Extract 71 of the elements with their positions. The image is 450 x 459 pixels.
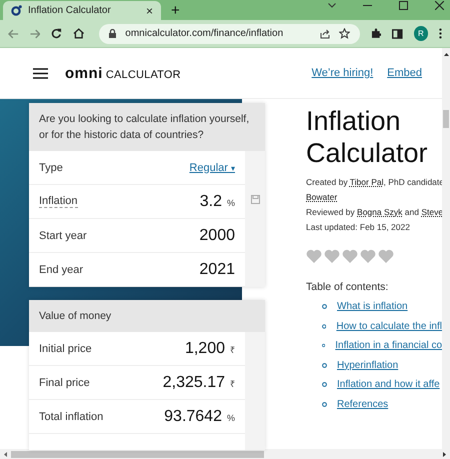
close-tab-button[interactable]: × [146,4,153,18]
person-link[interactable]: Bogna Szyk [357,207,402,217]
profile-avatar[interactable]: R [414,26,428,41]
field-label: Total inflation [39,410,104,422]
bullet-icon [322,324,326,329]
card-question: Are you looking to calculate inflation yourself, or for the historic data of countries? [29,103,265,151]
sidebar-icon[interactable] [392,28,403,38]
close-icon[interactable] [435,0,444,10]
chevron-down-icon[interactable] [328,2,336,8]
person-link[interactable]: Bowater [306,192,338,202]
menu-icon[interactable] [439,28,442,39]
field-label: Initial price [39,342,92,354]
site-logo[interactable]: omni CALCULATOR [65,64,181,82]
toc-heading: Table of contents: [306,281,390,293]
number-input[interactable]: 2021 [199,260,235,278]
browser-tab[interactable]: Inflation Calculator × [3,1,161,20]
number-input[interactable]: 3.2 % [200,192,235,210]
back-icon[interactable] [8,28,19,38]
menu-icon[interactable] [33,68,48,78]
header-link[interactable]: We’re hiring! [312,67,374,79]
section-title: Value of money [29,300,265,332]
number-input[interactable]: 2000 [199,226,235,244]
toc-link[interactable]: Hyperinflation [337,360,398,371]
toc-link[interactable]: References [337,398,388,410]
minimize-icon[interactable] [363,4,372,6]
puzzle-icon[interactable] [370,28,382,39]
field-label: Inflation [39,195,78,208]
reload-icon[interactable] [51,28,62,39]
credit-text: Reviewed by [306,207,356,217]
scroll-right-icon[interactable] [443,452,446,456]
home-icon[interactable] [72,28,84,39]
credit-text: Last updated: Feb 15, 2022 [306,222,410,232]
vertical-scrollbar[interactable] [442,48,450,449]
bullet-icon [322,382,327,388]
bullet-icon [322,402,327,407]
new-tab-button[interactable]: + [171,2,180,18]
maximize-icon[interactable] [399,0,408,10]
toc-link[interactable]: How to calculate the infl [336,320,442,332]
type-dropdown[interactable]: Regular ▾ [189,162,235,174]
logo-icon [11,5,22,16]
forward-icon[interactable] [30,28,40,38]
toc-link[interactable]: Inflation and how it affe [337,379,440,390]
toc-link[interactable]: What is inflation [337,301,408,312]
scroll-up-icon[interactable] [444,53,448,56]
field-label: End year [39,264,84,276]
number-input[interactable]: 2,325.17 ₹ [162,374,235,392]
lock-icon [109,29,116,38]
toc-link[interactable]: Inflation in a financial co [335,340,442,352]
star-icon[interactable] [338,28,350,39]
credit-text: and [404,207,420,217]
bullet-icon [322,362,327,368]
tab-title: Inflation Calculator [28,5,112,16]
scroll-thumb[interactable] [443,110,449,128]
header-link[interactable]: Embed [387,67,422,79]
field-label: Type [39,162,63,174]
bullet-icon [322,304,327,310]
scroll-thumb[interactable] [11,450,264,458]
address-bar[interactable]: omnicalculator.com/finance/inflation [99,24,360,44]
field-label: Final price [39,376,90,388]
scroll-left-icon[interactable] [4,452,7,456]
person-link[interactable]: Steve [421,207,444,217]
person-link[interactable]: Tibor Pal [350,177,384,187]
number-input[interactable]: 93.7642 % [164,408,235,426]
credit-text: , PhD candidate [384,177,444,187]
credit-text: Created by [306,177,349,187]
page-title: Inflation Calculator [306,105,429,169]
number-input[interactable]: 1,200 ₹ [184,340,235,358]
bullet-icon [322,343,326,348]
share-icon[interactable] [320,28,330,38]
field-label: Start year [39,230,87,242]
horizontal-scrollbar[interactable] [0,449,450,459]
